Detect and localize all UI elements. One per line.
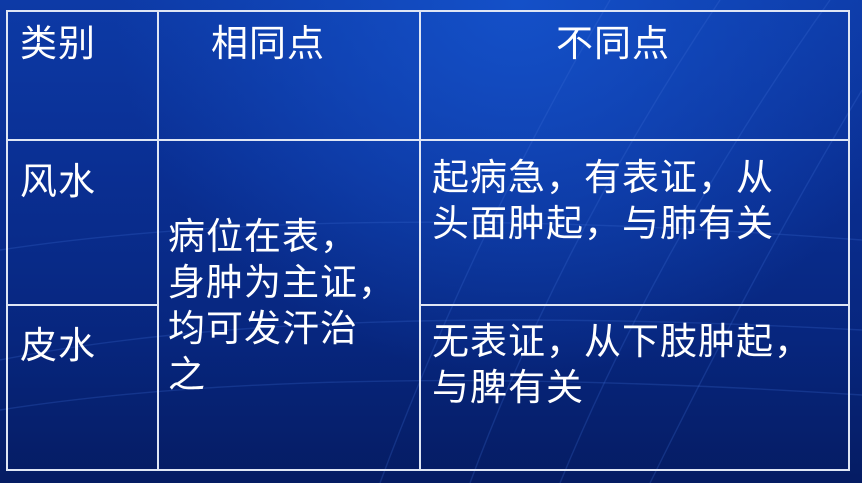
feng-shui-difference-line-1: 起病急，有表证，从: [432, 156, 774, 199]
pi-shui-difference-line-1: 无表证，从下肢肿起，: [432, 320, 812, 363]
pi-shui-difference-line-2: 与脾有关: [432, 366, 584, 409]
common-line-1: 病位在表，: [168, 215, 358, 258]
header-difference: 不同点: [556, 22, 670, 65]
common-line-3: 均可发汗治: [168, 307, 358, 350]
common-line-4: 之: [168, 353, 206, 396]
header-category: 类别: [20, 22, 96, 65]
feng-shui-difference-line-2: 头面肿起，与肺有关: [432, 202, 774, 245]
row-feng-shui-category: 风水: [20, 160, 96, 203]
row-pi-shui-category: 皮水: [20, 324, 96, 367]
header-common: 相同点: [211, 22, 325, 65]
common-line-2: 身肿为主证，: [168, 261, 396, 304]
